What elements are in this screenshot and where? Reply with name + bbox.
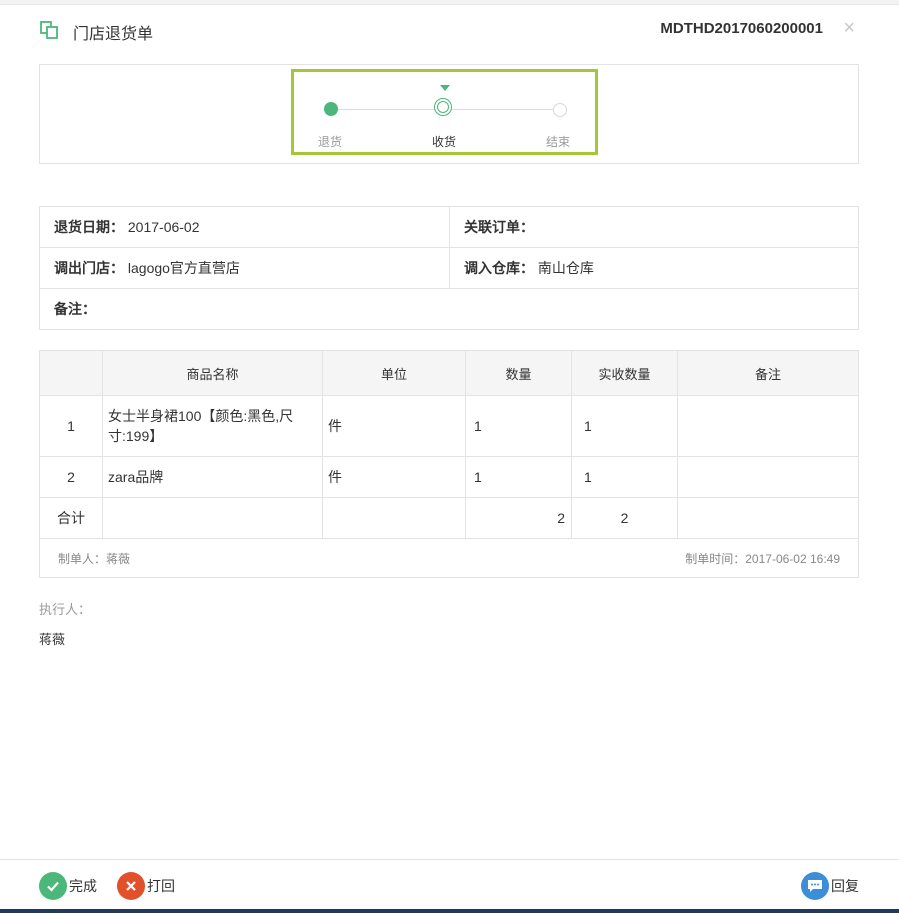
in-warehouse-value: 南山仓库 [537, 260, 594, 276]
step-label-end: 结束 [546, 135, 571, 149]
total-empty-unit [322, 497, 466, 539]
related-order-label: 关联订单： [464, 219, 534, 235]
x-icon [117, 872, 145, 900]
return-date-value: 2017-06-02 [127, 219, 200, 235]
in-warehouse-cell: 调入仓库： 南山仓库 [449, 247, 859, 289]
remark-label: 备注： [54, 301, 96, 317]
row-received-qty: 1 [571, 456, 678, 498]
header-received-qty: 实收数量 [571, 350, 678, 396]
out-store-value: lagogo官方直营店 [127, 260, 240, 276]
in-warehouse-label: 调入仓库： [464, 260, 534, 276]
total-received-qty: 2 [571, 497, 678, 539]
order-info-table: 退货日期： 2017-06-02 关联订单： 调出门店： lagogo官方直营店… [39, 206, 859, 330]
step-dot-todo [553, 103, 567, 117]
step-dot-done [324, 102, 338, 116]
dialog-title: 门店退货单 [73, 26, 154, 43]
row-qty: 1 [465, 456, 572, 498]
out-store-cell: 调出门店： lagogo官方直营店 [39, 247, 450, 289]
row-received-qty: 1 [571, 395, 678, 457]
total-empty-remark [677, 497, 859, 539]
created-time-text: 制单时间：2017-06-02 16:49 [685, 551, 840, 566]
step-label-receive: 收货 [432, 135, 457, 149]
step-label-return: 退货 [318, 135, 343, 149]
header-product-name: 商品名称 [102, 350, 323, 396]
progress-steps: 退货 收货 结束 [291, 69, 598, 155]
current-step-marker-icon [440, 85, 450, 91]
header-remark: 备注 [677, 350, 859, 396]
related-order-cell: 关联订单： [449, 206, 859, 248]
row-product-name: zara品牌 [102, 456, 323, 498]
executor-name: 蒋薇 [39, 632, 66, 647]
return-date-label: 退货日期： [54, 219, 124, 235]
out-store-label: 调出门店： [54, 260, 124, 276]
table-footer-row: 制单人：蒋薇 制单时间：2017-06-02 16:49 [39, 538, 859, 578]
return-date-cell: 退货日期： 2017-06-02 [39, 206, 450, 248]
row-qty: 1 [465, 395, 572, 457]
table-header-row: 商品名称 单位 数量 实收数量 备注 [39, 350, 859, 396]
reply-button-label: 回复 [831, 878, 859, 894]
executor-label: 执行人： [39, 602, 92, 617]
reply-button[interactable]: 回复 [801, 872, 859, 900]
document-copy-icon [40, 21, 58, 39]
check-icon [39, 872, 67, 900]
step-dot-current [434, 98, 452, 116]
header-index [39, 350, 103, 396]
row-unit: 件 [322, 456, 466, 498]
row-unit: 件 [322, 395, 466, 457]
chat-icon [801, 872, 829, 900]
header-qty: 数量 [465, 350, 572, 396]
remark-cell: 备注： [39, 288, 859, 330]
creator-text: 制单人：蒋薇 [58, 551, 131, 566]
row-remark [677, 456, 859, 498]
action-bar: 完成 打回 回复 [0, 859, 899, 910]
total-empty-name [102, 497, 323, 539]
row-index: 2 [39, 456, 103, 498]
table-row: 1 女士半身裙100【颜色:黑色,尺寸:199】 件 1 1 [39, 395, 859, 457]
finish-button-label: 完成 [69, 878, 97, 894]
table-total-row: 合计 2 2 [39, 497, 859, 539]
items-table: 商品名称 单位 数量 实收数量 备注 1 女士半身裙100【颜色:黑色,尺寸:1… [39, 350, 859, 578]
dialog-header: 门店退货单 MDTHD2017060200001 × [0, 4, 899, 54]
finish-button[interactable]: 完成 [39, 872, 97, 900]
row-remark [677, 395, 859, 457]
header-unit: 单位 [322, 350, 466, 396]
reject-button[interactable]: 打回 [117, 872, 175, 900]
table-row: 2 zara品牌 件 1 1 [39, 456, 859, 498]
progress-panel: 退货 收货 结束 [39, 64, 859, 164]
close-icon[interactable]: × [843, 17, 855, 40]
row-product-name: 女士半身裙100【颜色:黑色,尺寸:199】 [102, 395, 323, 457]
reject-button-label: 打回 [147, 878, 175, 894]
total-label: 合计 [39, 497, 103, 539]
window-bottom-edge [0, 909, 899, 913]
table-footer-cell: 制单人：蒋薇 制单时间：2017-06-02 16:49 [39, 538, 859, 578]
row-index: 1 [39, 395, 103, 457]
document-number: MDTHD2017060200001 [660, 20, 823, 37]
total-qty: 2 [465, 497, 572, 539]
